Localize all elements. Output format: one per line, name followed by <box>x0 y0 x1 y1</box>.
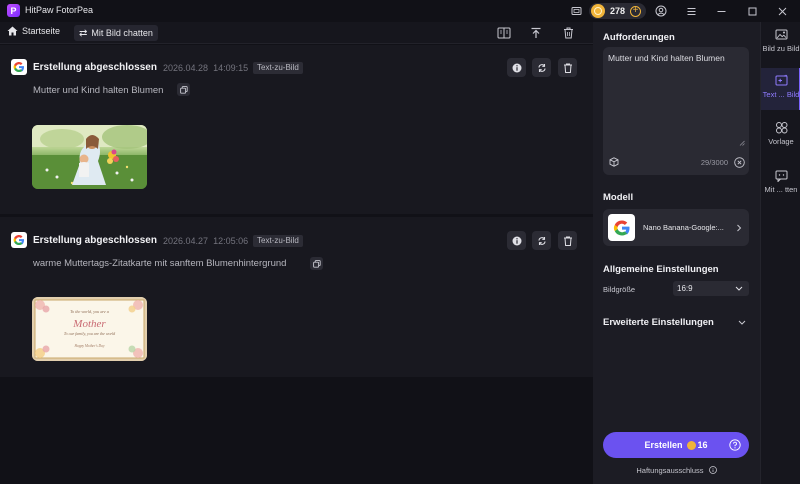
general-settings-heading: Allgemeine Einstellungen <box>603 264 719 275</box>
home-label: Startseite <box>22 26 61 36</box>
chat-with-image-label: Mit Bild chatten <box>91 28 153 38</box>
result-date: 2026.04.28 14:09:15 <box>163 63 249 73</box>
copy-prompt-button[interactable] <box>177 83 190 96</box>
result-type-tag: Text-zu-Bild <box>253 235 303 247</box>
google-icon <box>608 214 635 241</box>
main-toolbar: Startseite ⇄ Mit Bild chatten <box>0 22 593 44</box>
home-icon <box>7 26 18 36</box>
clear-prompt-icon[interactable] <box>734 157 745 168</box>
compare-icon[interactable] <box>497 26 511 40</box>
template-icon <box>775 122 787 134</box>
nav-chat-with-image[interactable]: Mit ... tten <box>761 166 800 208</box>
coin-icon <box>686 440 696 450</box>
info-icon <box>512 63 521 72</box>
result-status: Erstellung abgeschlossen <box>33 235 157 246</box>
svg-text:Happy Mother's Day: Happy Mother's Day <box>73 344 105 348</box>
app-window: P HitPaw FotorPea 278 + Startseite ⇄ Mit… <box>0 0 800 484</box>
disclaimer-link[interactable]: Haftungsausschluss <box>593 466 760 475</box>
regenerate-button[interactable] <box>532 58 551 77</box>
result-prompt: Mutter und Kind halten Blumen <box>33 85 164 96</box>
copy-icon <box>312 259 321 268</box>
close-icon[interactable] <box>775 4 789 18</box>
char-count: 29/3000 <box>700 158 728 167</box>
google-icon <box>11 232 27 248</box>
app-logo-icon: P <box>7 4 20 17</box>
size-label: Bildgröße <box>603 285 636 294</box>
svg-text:Mother: Mother <box>72 318 106 330</box>
nav-text-to-image[interactable]: Text ... Bild <box>761 68 800 110</box>
info-button[interactable] <box>507 231 526 250</box>
copy-icon <box>179 85 188 94</box>
model-selector[interactable]: Nano Banana-Google:... <box>603 209 749 246</box>
regenerate-button[interactable] <box>532 231 551 250</box>
feature-nav: Bild zu Bild Text ... Bild Vorlage Mit .… <box>760 22 800 484</box>
trash-icon <box>563 63 572 73</box>
advanced-settings-heading[interactable]: Erweiterte Einstellungen <box>603 317 714 328</box>
credits-count: 278 <box>610 6 626 16</box>
scroll-top-icon[interactable] <box>529 26 543 40</box>
size-select[interactable]: 16:9 <box>673 281 749 296</box>
nav-label: Mit ... tten <box>764 185 798 194</box>
prompt-textarea[interactable]: Mutter und Kind halten Blumen 29/3000 <box>603 47 749 175</box>
size-value: 16:9 <box>677 284 693 293</box>
image-icon <box>775 29 787 40</box>
create-cost: 16 <box>686 440 708 450</box>
nav-label: Bild zu Bild <box>762 44 800 53</box>
nav-label: Text ... Bild <box>762 90 800 99</box>
result-card: Erstellung abgeschlossen 2026.04.28 14:0… <box>0 45 593 214</box>
swap-icon: ⇄ <box>79 27 88 39</box>
chevron-right-icon <box>737 224 742 232</box>
menu-icon[interactable] <box>684 4 698 18</box>
copy-prompt-button[interactable] <box>310 257 323 270</box>
chat-with-image-button[interactable]: ⇄ Mit Bild chatten <box>74 25 158 41</box>
result-status: Erstellung abgeschlossen <box>33 62 157 73</box>
add-credits-icon[interactable]: + <box>630 5 642 17</box>
info-outline-icon <box>708 466 717 474</box>
result-prompt: warme Muttertags-Zitatkarte mit sanftem … <box>33 258 287 269</box>
chevron-down-icon[interactable] <box>738 320 746 325</box>
info-icon <box>512 236 521 245</box>
result-date: 2026.04.27 12:05:06 <box>163 236 249 246</box>
regenerate-icon <box>537 63 546 72</box>
model-heading: Modell <box>603 192 634 203</box>
info-button[interactable] <box>507 58 526 77</box>
create-button[interactable]: Erstellen 16 <box>603 432 749 458</box>
home-button[interactable]: Startseite <box>7 26 60 36</box>
prompt-heading: Aufforderungen <box>603 32 675 43</box>
screen-icon[interactable] <box>569 4 583 18</box>
text-to-image-icon <box>775 74 787 86</box>
nav-label: Vorlage <box>768 137 794 146</box>
chat-image-icon <box>775 170 787 182</box>
result-image[interactable] <box>32 125 147 189</box>
account-icon[interactable] <box>654 4 668 18</box>
result-type-tag: Text-zu-Bild <box>253 62 303 74</box>
cube-icon[interactable] <box>609 157 619 167</box>
nav-template[interactable]: Vorlage <box>761 118 800 160</box>
result-card: Erstellung abgeschlossen 2026.04.27 12:0… <box>0 217 593 377</box>
create-label: Erstellen <box>644 440 683 450</box>
delete-button[interactable] <box>558 58 577 77</box>
nav-image-to-image[interactable]: Bild zu Bild <box>761 26 800 68</box>
resize-handle-icon[interactable] <box>739 140 745 146</box>
minimize-icon[interactable] <box>714 4 728 18</box>
result-image[interactable]: To the world, you are a Mother To our fa… <box>32 297 147 361</box>
clear-history-icon[interactable] <box>561 26 575 40</box>
chevron-down-icon <box>735 286 743 291</box>
app-title: HitPaw FotorPea <box>25 5 94 15</box>
coin-icon <box>591 4 605 18</box>
trash-icon <box>563 236 572 246</box>
maximize-icon[interactable] <box>745 4 759 18</box>
credits-badge[interactable]: 278 + <box>589 3 646 19</box>
settings-panel: Aufforderungen Mutter und Kind halten Bl… <box>593 22 760 484</box>
title-bar: P HitPaw FotorPea 278 + <box>0 0 800 22</box>
prompt-value: Mutter und Kind halten Blumen <box>608 53 725 63</box>
regenerate-icon <box>537 236 546 245</box>
delete-button[interactable] <box>558 231 577 250</box>
help-icon[interactable] <box>729 439 741 451</box>
model-name: Nano Banana-Google:... <box>643 223 724 232</box>
google-icon <box>11 59 27 75</box>
